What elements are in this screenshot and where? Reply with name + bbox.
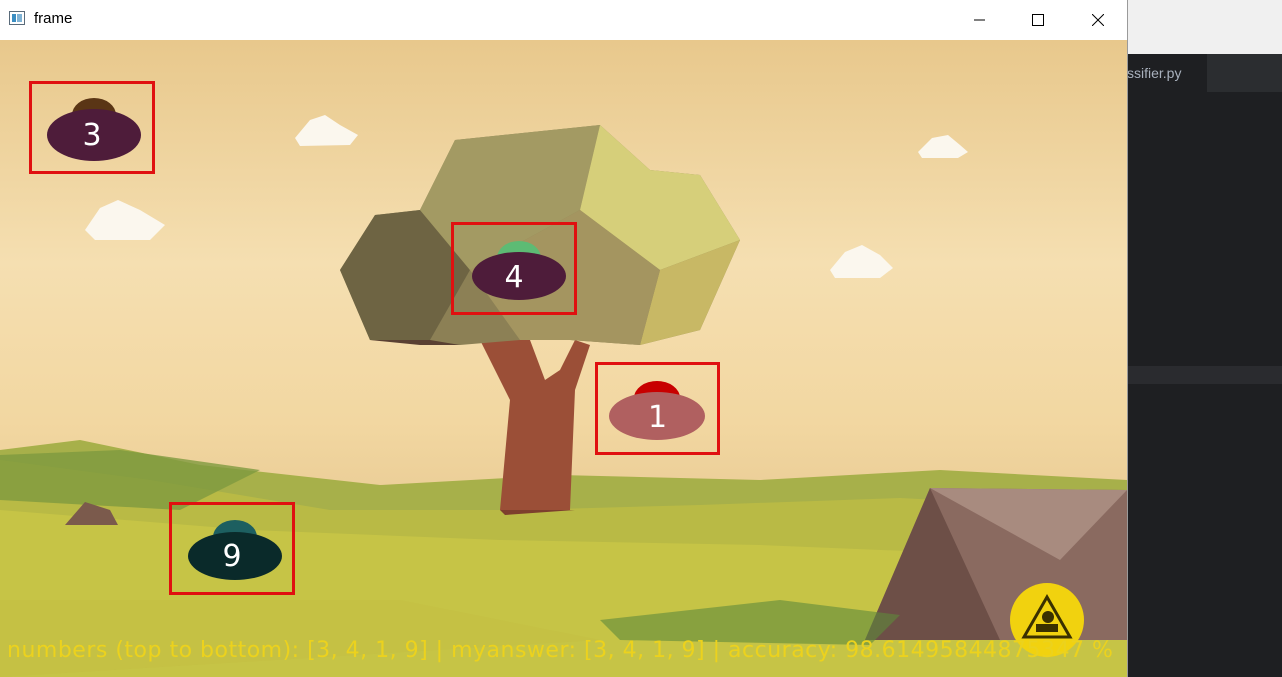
app-icon [9,11,25,25]
ufo-number: 1 [647,400,668,435]
maximize-icon [1032,13,1044,26]
editor-tab-label: ssifier.py [1127,65,1182,81]
close-icon [1092,13,1104,26]
ufo-number: 9 [222,539,242,574]
minimize-icon [974,19,985,20]
frame-window: frame 3 4 1 9 numbers (top to bottom): [… [0,0,1127,677]
game-canvas[interactable]: 3 4 1 9 numbers (top to bottom): [3, 4, … [0,40,1127,677]
detection-box: 4 [451,222,577,315]
maximize-button[interactable] [1009,0,1067,39]
title-bar[interactable]: frame [0,0,1127,39]
window-title: frame [34,10,73,27]
close-button[interactable] [1069,0,1127,39]
detection-box: 3 [29,81,155,174]
minimize-button[interactable] [951,0,1009,39]
detection-box: 9 [169,502,295,595]
editor-tab[interactable]: ssifier.py [1127,54,1207,92]
editor-body [1127,92,1282,677]
detection-box: 1 [595,362,720,455]
ufo-number: 4 [504,260,524,295]
ufo-number: 3 [82,118,102,153]
editor-highlight-line [1127,366,1282,384]
status-line: numbers (top to bottom): [3, 4, 1, 9] | … [7,638,1114,663]
